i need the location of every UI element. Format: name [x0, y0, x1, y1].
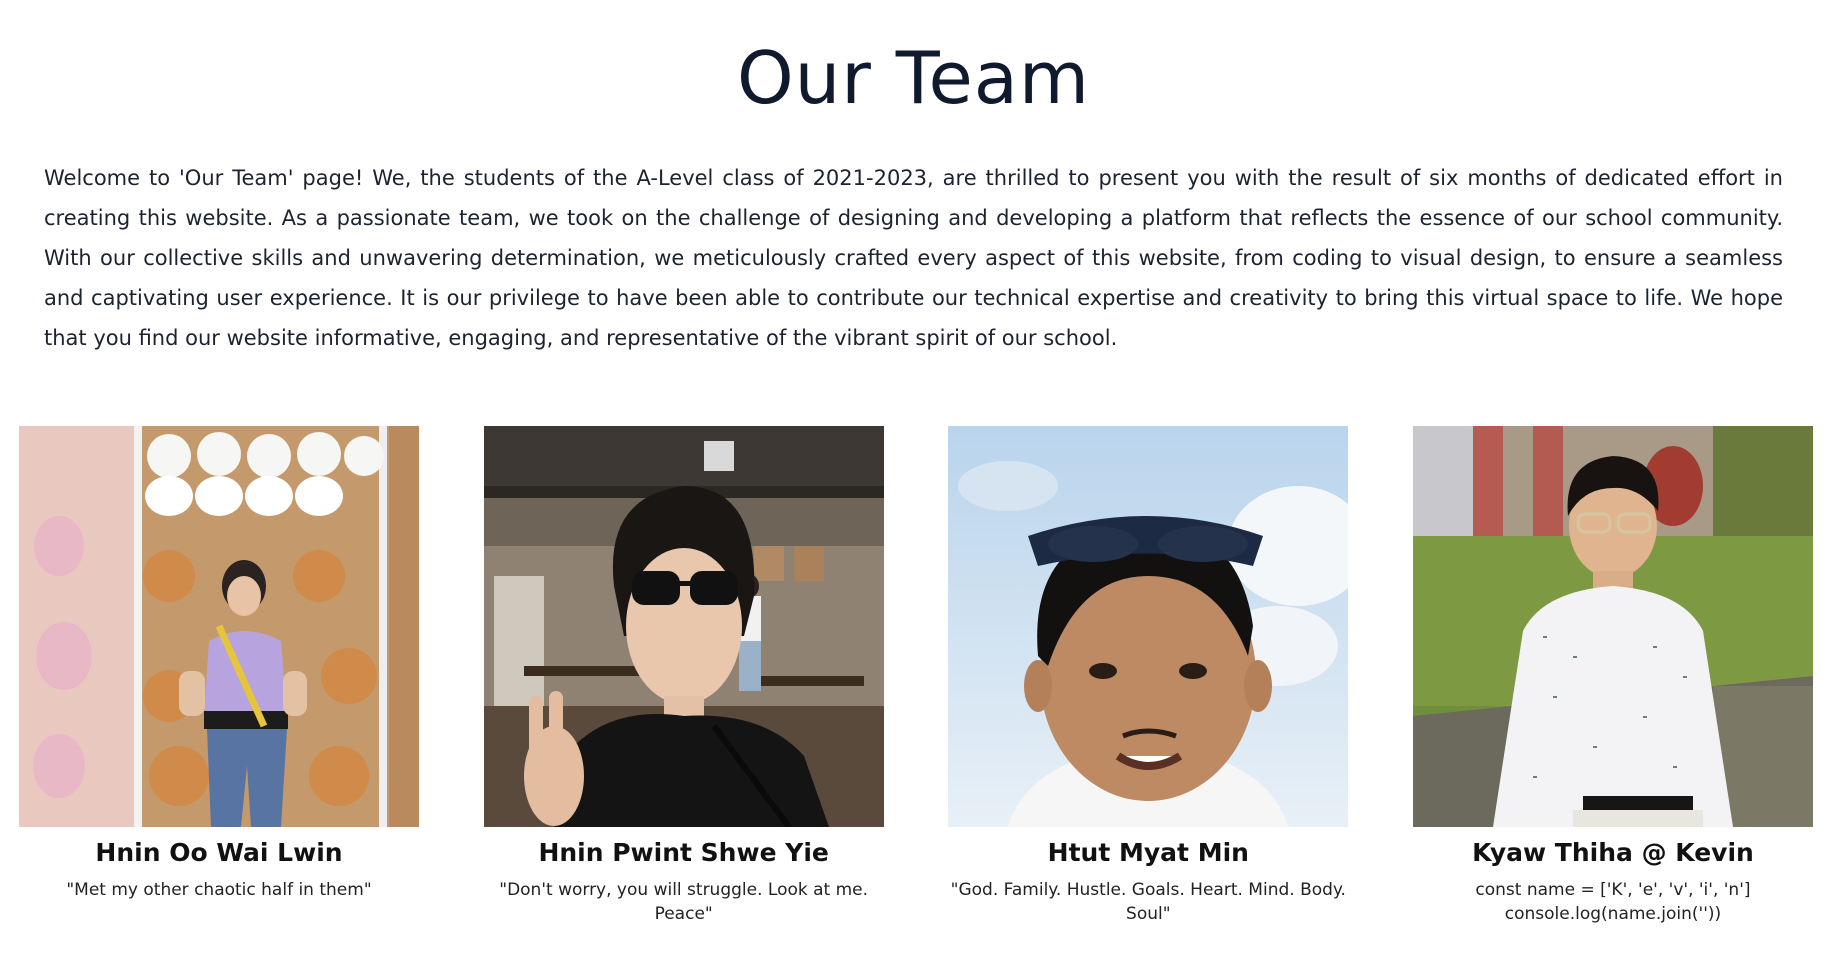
page-title: Our Team	[736, 36, 1091, 120]
member-name: Hnin Oo Wai Lwin	[95, 838, 343, 867]
team-member-card: Kyaw Thiha @ Kevin const name = ['K', 'e…	[1412, 426, 1813, 926]
member-quote: "Met my other chaotic half in them"	[66, 880, 372, 900]
team-member-card: Hnin Pwint Shwe Yie "Don't worry, you wi…	[483, 426, 884, 926]
team-member-card: Htut Myat Min "God. Family. Hustle. Goal…	[948, 426, 1349, 926]
member-quote: "Don't worry, you will struggle. Look at…	[499, 880, 869, 924]
member-name: Hnin Pwint Shwe Yie	[538, 838, 829, 867]
team-grid: Hnin Oo Wai Lwin "Met my other chaotic h…	[19, 426, 1813, 926]
member-photo	[1412, 426, 1813, 827]
member-name: Htut Myat Min	[1047, 838, 1249, 867]
intro-paragraph: Welcome to 'Our Team' page! We, the stud…	[44, 166, 1783, 350]
team-member-card: Hnin Oo Wai Lwin "Met my other chaotic h…	[19, 426, 419, 926]
photo-plush-toy-shop	[19, 426, 419, 827]
member-photo	[19, 426, 419, 827]
member-photo	[483, 426, 884, 827]
member-photo	[948, 426, 1349, 827]
photo-garden-white-shirt	[1412, 426, 1813, 827]
member-name: Kyaw Thiha @ Kevin	[1472, 838, 1754, 867]
photo-sky-selfie	[948, 426, 1349, 827]
photo-restaurant-sunglasses	[483, 426, 884, 827]
member-quote: const name = ['K', 'e', 'v', 'i', 'n'] c…	[1475, 880, 1751, 924]
member-quote: "God. Family. Hustle. Goals. Heart. Mind…	[950, 880, 1346, 924]
